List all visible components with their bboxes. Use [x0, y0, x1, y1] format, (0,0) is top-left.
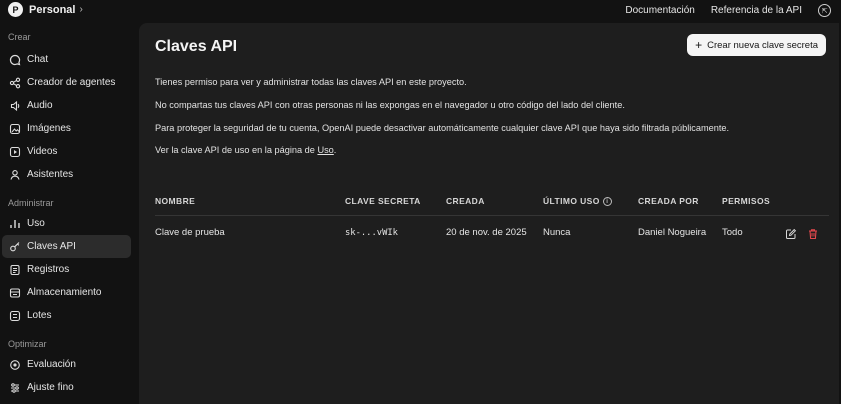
batches-icon	[9, 310, 21, 322]
chevron-right-icon: ›	[79, 4, 83, 15]
column-header-created: CREADA	[446, 196, 485, 206]
org-name: Personal	[29, 3, 76, 16]
created-cell: 20 de nov. de 2025	[446, 227, 527, 238]
sidebar-item-label: Lotes	[27, 310, 52, 321]
sidebar-item-evaluation[interactable]: Evaluación	[2, 353, 131, 376]
column-header-created-by: CREADA POR	[638, 196, 699, 206]
sidebar-item-images[interactable]: Imágenes	[2, 117, 131, 140]
api-reference-link[interactable]: Referencia de la API	[711, 5, 802, 16]
plus-icon: +	[695, 38, 703, 52]
sidebar-item-label: Imágenes	[27, 123, 71, 134]
column-header-last-used-label: ÚLTIMO USO	[543, 196, 600, 206]
sidebar-item-label: Asistentes	[27, 169, 74, 180]
created-by-cell: Daniel Nogueira	[638, 227, 707, 238]
sidebar-item-label: Uso	[27, 218, 45, 229]
sidebar-item-assistants[interactable]: Asistentes	[2, 163, 131, 186]
sidebar-item-audio[interactable]: Audio	[2, 94, 131, 117]
video-icon	[9, 146, 21, 158]
last-used-cell: Nunca	[543, 227, 571, 238]
sidebar-item-fine-tune[interactable]: Ajuste fino	[2, 376, 131, 399]
column-header-secret: CLAVE SECRETA	[345, 196, 421, 206]
sidebar-item-label: Audio	[27, 100, 53, 111]
sidebar-item-logs[interactable]: Registros	[2, 258, 131, 281]
usage-note-suffix: .	[333, 145, 337, 155]
org-switcher[interactable]: P Personal ›	[8, 2, 83, 17]
sidebar: Crear Chat Creador de agentes Audio Imág…	[0, 30, 136, 399]
key-icon	[9, 241, 21, 253]
audio-icon	[9, 100, 21, 112]
info-paragraph: No compartas tus claves API con otras pe…	[155, 100, 625, 110]
sidebar-item-label: Claves API	[27, 241, 76, 252]
delete-icon[interactable]	[807, 227, 819, 240]
key-name-cell: Clave de prueba	[155, 227, 225, 238]
info-paragraph: Para proteger la seguridad de tu cuenta,…	[155, 123, 730, 133]
evaluation-icon	[9, 359, 21, 371]
storage-icon	[9, 287, 21, 299]
sidebar-item-label: Ajuste fino	[27, 382, 74, 393]
usage-note-text: Ver la clave API de uso en la página de	[155, 145, 318, 155]
section-title-administrar: Administrar	[8, 198, 54, 208]
section-title-crear: Crear	[8, 32, 31, 42]
section-title-optimizar: Optimizar	[8, 339, 47, 349]
create-secret-key-label: Crear nueva clave secreta	[707, 39, 818, 51]
fine-tune-icon	[9, 382, 21, 394]
sidebar-item-label: Evaluación	[27, 359, 76, 370]
top-bar: P Personal › Documentación Referencia de…	[0, 0, 841, 22]
page-title: Claves API	[155, 38, 238, 55]
sidebar-item-label: Creador de agentes	[27, 77, 116, 88]
image-icon	[9, 123, 21, 135]
sidebar-item-label: Chat	[27, 54, 49, 65]
assistants-icon	[9, 169, 21, 181]
table-row: Clave de prueba sk-...vWIk 20 de nov. de…	[155, 223, 829, 245]
agent-builder-icon	[9, 77, 21, 89]
column-header-last-used: ÚLTIMO USO i	[543, 196, 612, 207]
sidebar-item-label: Videos	[27, 146, 58, 157]
sidebar-item-api-keys[interactable]: Claves API	[2, 235, 131, 258]
org-avatar: P	[8, 2, 23, 17]
sidebar-item-usage[interactable]: Uso	[2, 212, 131, 235]
permissions-cell: Todo	[722, 227, 743, 238]
secret-key-cell: sk-...vWIk	[345, 228, 398, 238]
info-icon[interactable]: i	[602, 197, 612, 207]
column-header-name: NOMBRE	[155, 196, 196, 206]
main-panel: Claves API + Crear nueva clave secreta T…	[139, 23, 839, 404]
info-paragraph: Tienes permiso para ver y administrar to…	[155, 77, 467, 87]
documentation-link[interactable]: Documentación	[625, 5, 694, 16]
sidebar-item-storage[interactable]: Almacenamiento	[2, 281, 131, 304]
sidebar-item-label: Registros	[27, 264, 70, 275]
table-header: NOMBRE CLAVE SECRETA CREADA ÚLTIMO USO i …	[155, 196, 829, 216]
sidebar-item-agent-builder[interactable]: Creador de agentes	[2, 71, 131, 94]
usage-page-link[interactable]: Uso	[317, 145, 333, 155]
usage-note: Ver la clave API de uso en la página de …	[155, 145, 336, 155]
chat-icon	[9, 54, 21, 66]
usage-icon	[9, 218, 21, 230]
column-header-permissions: PERMISOS	[722, 196, 771, 206]
edit-icon[interactable]	[785, 227, 797, 239]
sidebar-item-batches[interactable]: Lotes	[2, 304, 131, 327]
account-icon[interactable]: ⇱	[818, 4, 831, 17]
sidebar-item-label: Almacenamiento	[27, 287, 102, 298]
logs-icon	[9, 264, 21, 276]
sidebar-item-chat[interactable]: Chat	[2, 48, 131, 71]
sidebar-item-videos[interactable]: Videos	[2, 140, 131, 163]
create-secret-key-button[interactable]: + Crear nueva clave secreta	[687, 34, 826, 56]
